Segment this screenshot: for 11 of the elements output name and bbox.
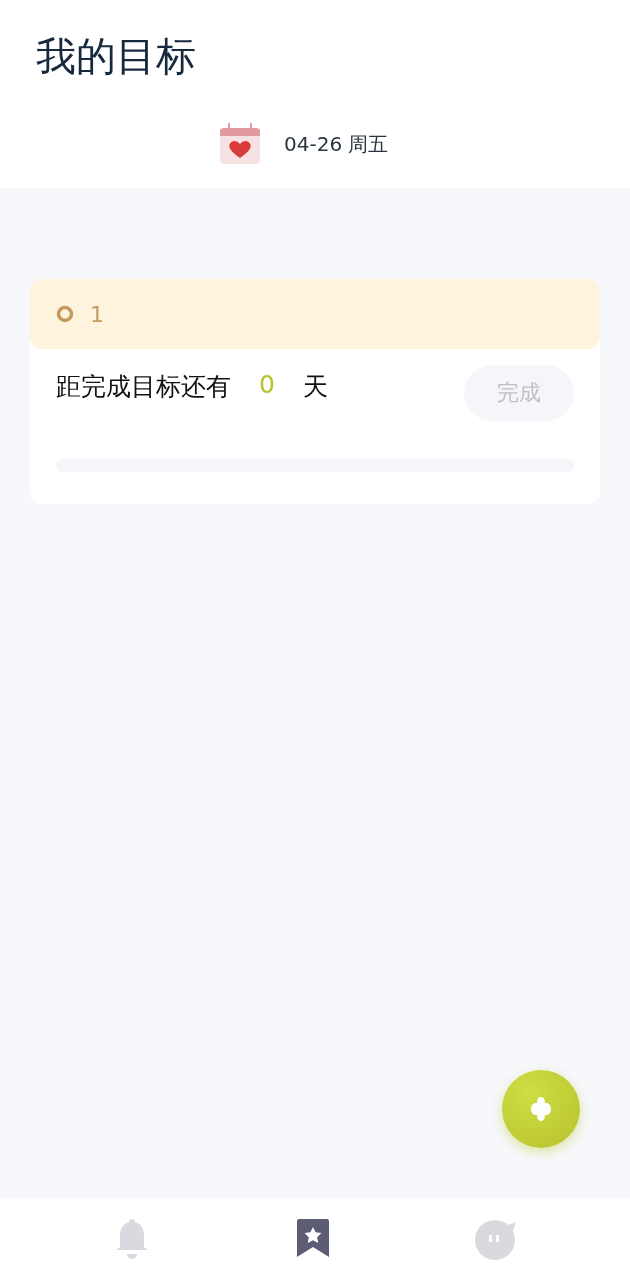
ring-icon [56, 305, 74, 323]
calendar-heart-icon [218, 122, 262, 166]
page-title: 我的目标 [36, 32, 197, 81]
bookmark-tab[interactable] [295, 1218, 331, 1260]
countdown-label: 距完成目标还有 [56, 371, 231, 403]
chat-tab[interactable] [474, 1217, 519, 1261]
days-unit: 天 [302, 371, 328, 403]
goal-name: 1 [90, 301, 104, 327]
add-button[interactable] [502, 1070, 580, 1148]
days-count: 0 [259, 370, 275, 399]
date-label: 04-26 周五 [284, 130, 389, 158]
